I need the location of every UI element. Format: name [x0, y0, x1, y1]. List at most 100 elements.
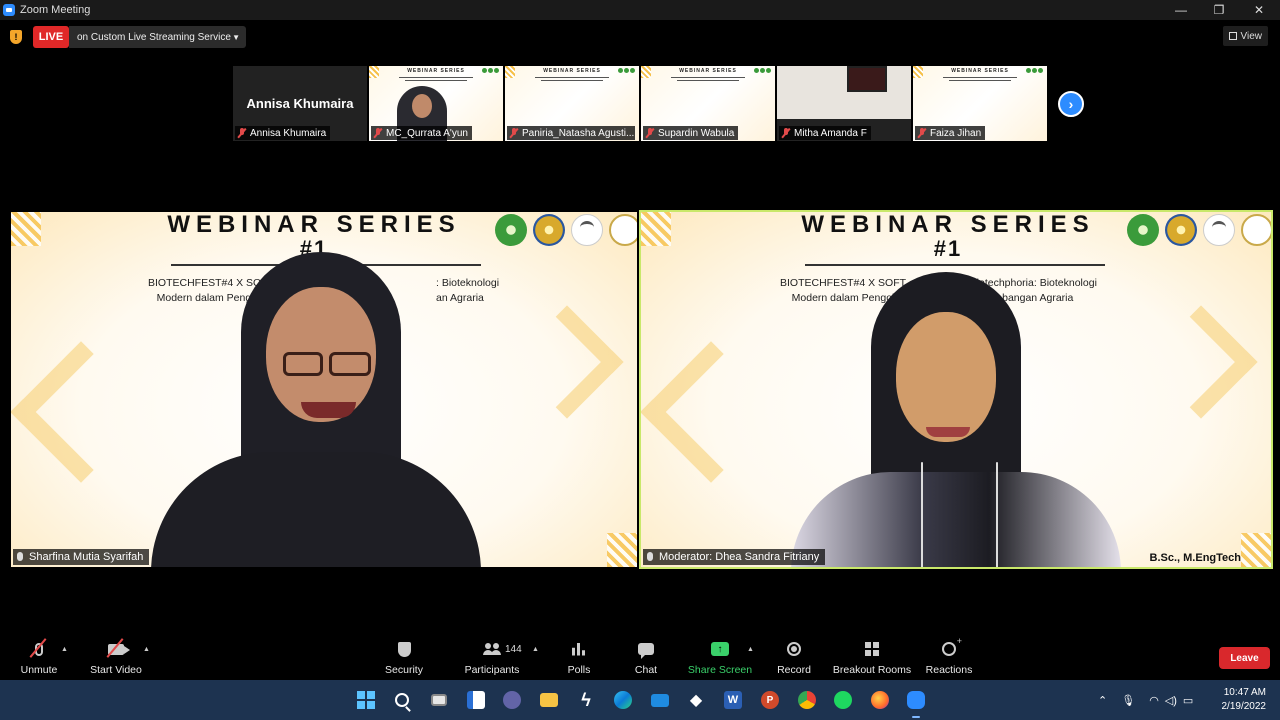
university-seal-icon [533, 214, 565, 246]
university-seal-icon [495, 214, 527, 246]
system-tray: ⌃ 🎙 ◠ ◁) ▭ [1098, 680, 1193, 720]
microphone-icon[interactable]: 🎙 [1121, 694, 1135, 707]
reactions-button[interactable]: Reactions [926, 636, 973, 680]
record-button[interactable]: Record [777, 636, 811, 680]
organization-logo-icon [1241, 214, 1271, 246]
zoom-taskbar-icon[interactable] [904, 688, 928, 718]
participant-count: 144 [505, 644, 522, 655]
view-button[interactable]: View [1222, 26, 1268, 46]
wifi-icon[interactable]: ◠ [1149, 694, 1159, 707]
grid-icon [1228, 32, 1237, 40]
search-icon[interactable] [390, 688, 414, 712]
organization-logo-icon [609, 214, 637, 246]
security-shield-icon[interactable]: ! [10, 30, 22, 44]
participant-name-label: Annisa Khumaira [235, 126, 331, 140]
edge-browser-icon[interactable] [611, 688, 635, 712]
security-button[interactable]: Security [384, 636, 424, 680]
minimize-button[interactable]: — [1161, 0, 1201, 20]
clock-time: 10:47 AM [1223, 687, 1266, 698]
moderator-name-tag: Moderator: Dhea Sandra Fitriany [643, 549, 826, 565]
participants-button[interactable]: Participants [464, 636, 520, 680]
biotechfest-logo-icon [571, 214, 603, 246]
participant-thumbnail[interactable]: WEBINAR SERIES MC_Qurrata A'yun [369, 66, 503, 141]
speaker-video [151, 252, 481, 567]
unmute-button[interactable]: Unmute [20, 636, 58, 680]
slide-subtitle-end: : Bioteknologi an Agraria [436, 277, 500, 304]
video-off-icon [104, 638, 130, 660]
restore-button[interactable]: ❐ [1199, 0, 1239, 20]
share-options-caret-icon[interactable]: ▲ [747, 646, 754, 653]
meeting-topbar: ! LIVE on Custom Live Streaming Service … [0, 20, 1280, 54]
participant-thumbnail[interactable]: WEBINAR SERIES Paniria_Natasha Agusti... [505, 66, 639, 141]
biotechfest-logo-icon [1203, 214, 1235, 246]
teams-chat-icon[interactable] [500, 688, 524, 712]
participant-thumbnail[interactable]: WEBINAR SERIES Faiza Jihan [913, 66, 1047, 141]
participant-thumbnail[interactable]: Mitha Amanda F [777, 66, 911, 141]
zoom-app-icon [3, 4, 15, 16]
mic-icon [17, 552, 23, 561]
polls-icon [567, 638, 591, 660]
mic-muted-icon [918, 128, 926, 138]
caret-down-icon: ▼ [232, 32, 240, 42]
participant-thumbnail[interactable]: Annisa Khumaira Annisa Khumaira [233, 66, 367, 141]
clock-date: 2/19/2022 [1221, 701, 1267, 712]
meeting-toolbar: Unmute ▲ Start Video ▲ Security Particip… [0, 636, 1280, 680]
sponsor-logos [1127, 214, 1271, 246]
battery-icon[interactable]: ▭ [1183, 694, 1193, 707]
record-icon [782, 638, 806, 660]
spotify-icon[interactable] [831, 688, 855, 712]
live-badge: LIVE [33, 26, 69, 48]
participant-name-label: Paniria_Natasha Agusti... [507, 126, 635, 140]
share-screen-icon: ↑ [708, 638, 732, 660]
mic-muted-icon [646, 128, 654, 138]
powerpoint-icon[interactable]: P [758, 688, 782, 712]
window-title: Zoom Meeting [20, 4, 91, 16]
participant-thumbnail[interactable]: WEBINAR SERIES Supardin Wabula [641, 66, 775, 141]
mail-icon[interactable] [648, 688, 672, 712]
participant-big-name: Annisa Khumaira [246, 96, 354, 111]
close-button[interactable]: ✕ [1239, 0, 1279, 20]
volume-icon[interactable]: ◁) [1165, 694, 1177, 707]
show-hidden-icons-chevron-icon[interactable]: ⌃ [1098, 694, 1107, 707]
participant-name-label: Faiza Jihan [915, 126, 986, 140]
chat-icon [634, 638, 658, 660]
firefox-icon[interactable] [868, 688, 892, 712]
participant-name-label: Supardin Wabula [643, 126, 739, 140]
leave-button[interactable]: Leave [1219, 647, 1270, 669]
video-options-caret-icon[interactable]: ▲ [143, 646, 150, 653]
share-screen-button[interactable]: ↑ Share Screen [688, 636, 752, 680]
mic-muted-icon [374, 128, 382, 138]
shield-icon [392, 638, 416, 660]
view-label: View [1240, 30, 1263, 42]
live-service-dropdown[interactable]: on Custom Live Streaming Service ▼ [69, 26, 246, 48]
file-explorer-icon[interactable] [537, 688, 561, 712]
app-lightning-icon[interactable]: ϟ [574, 688, 598, 712]
video-tile-speaker[interactable]: WEBINAR SERIES #1 BIOTECHFEST#4 X SOFT L… [11, 212, 637, 567]
live-service-label: on Custom Live Streaming Service [77, 31, 231, 43]
start-video-button[interactable]: Start Video [89, 636, 143, 680]
reactions-icon [937, 636, 962, 660]
participant-name-label: MC_Qurrata A'yun [371, 126, 472, 140]
mic-icon [647, 552, 653, 561]
sponsor-logos [495, 214, 637, 246]
word-icon[interactable]: W [721, 688, 745, 712]
mic-muted-icon [510, 128, 518, 138]
dropbox-icon[interactable]: ◆ [684, 688, 708, 712]
chrome-icon[interactable] [795, 688, 819, 712]
window-titlebar: Zoom Meeting — ❐ ✕ [0, 0, 1280, 20]
next-page-arrow-icon[interactable]: › [1058, 91, 1084, 117]
widgets-icon[interactable] [464, 688, 488, 712]
speaker-credit: B.Sc., M.EngTech [1149, 552, 1241, 564]
participants-caret-icon[interactable]: ▲ [532, 646, 539, 653]
windows-taskbar: ϟ ◆ W P ⌃ 🎙 ◠ ◁) ▭ 10:47 AM 2/19/2022 [0, 680, 1280, 720]
audio-options-caret-icon[interactable]: ▲ [61, 646, 68, 653]
breakout-rooms-button[interactable]: Breakout Rooms [833, 636, 911, 680]
chat-button[interactable]: Chat [633, 636, 659, 680]
polls-button[interactable]: Polls [566, 636, 592, 680]
windows-start-icon[interactable] [354, 688, 378, 712]
mic-muted-icon [27, 638, 51, 660]
taskbar-clock[interactable]: 10:47 AM 2/19/2022 [1222, 686, 1267, 714]
task-view-icon[interactable] [427, 688, 451, 712]
video-tile-moderator[interactable]: WEBINAR SERIES #1 BIOTECHFEST#4 X SOFT Mo… [639, 210, 1273, 569]
slide-rule [805, 264, 1105, 266]
